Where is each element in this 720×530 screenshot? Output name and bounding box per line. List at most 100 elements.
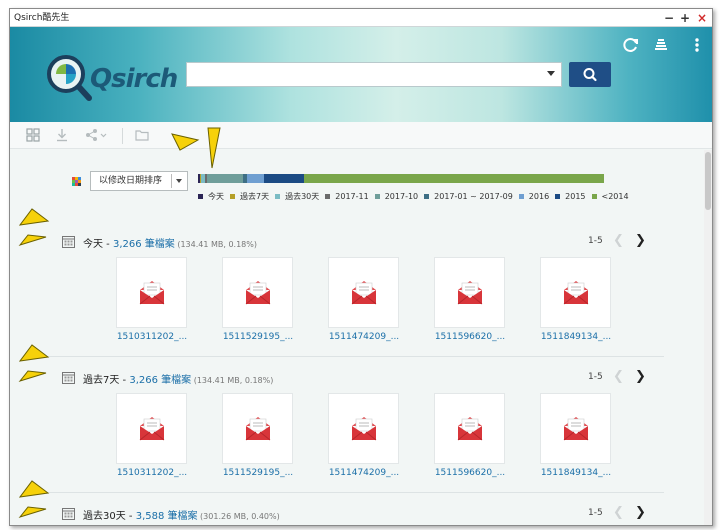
- group-meta: (134.41 MB, 0.18%): [174, 240, 257, 249]
- file-thumbnail[interactable]: [116, 393, 187, 464]
- more-icon[interactable]: [688, 36, 706, 54]
- legend-item: 過去30天: [275, 191, 319, 202]
- group-separator: -: [119, 375, 130, 386]
- legend-swatch: [424, 194, 430, 199]
- scrollbar-thumb[interactable]: [705, 152, 711, 210]
- group-separator: -: [103, 239, 113, 250]
- search-button[interactable]: [569, 62, 611, 87]
- group-name: 過去30天: [83, 511, 126, 522]
- group-separator: -: [125, 511, 136, 522]
- legend-label: 2016: [528, 192, 550, 201]
- minimize-button[interactable]: −: [662, 9, 676, 27]
- group-header: 今天 - 3,266 筆檔案 (134.41 MB, 0.18%) 1-5 ❮ ❯: [62, 233, 662, 251]
- prev-page-button[interactable]: ❮: [613, 233, 624, 248]
- file-thumbnail[interactable]: [434, 257, 505, 328]
- legend-item: 2015: [555, 192, 586, 201]
- file-name-link[interactable]: 1511596620_...: [422, 468, 518, 478]
- timeline-legend: 今天 過去7天 過去30天 2017-11 2017-10 2017-01 ~ 2017-…: [198, 191, 635, 205]
- group-title: 過去30天 - 3,588 筆檔案 (301.26 MB, 0.40%): [83, 507, 280, 522]
- timeline-segment[interactable]: [263, 174, 305, 183]
- folder-icon[interactable]: [135, 128, 149, 142]
- search-icon: [583, 68, 597, 82]
- legend-label: 2017-01 ~ 2017-09: [434, 192, 513, 201]
- legend-label: 2015: [565, 192, 586, 201]
- stack-icon[interactable]: [652, 36, 670, 54]
- legend-swatch: [518, 194, 524, 199]
- group-header: 過去30天 - 3,588 筆檔案 (301.26 MB, 0.40%) 1-5 ❮…: [62, 505, 662, 523]
- group-meta: (301.26 MB, 0.40%): [197, 512, 280, 521]
- file-name-link[interactable]: 1511529195_...: [210, 468, 306, 478]
- annotation-arrow: [18, 208, 50, 246]
- annotation-arrow: [171, 127, 221, 169]
- group-name: 今天: [83, 239, 103, 250]
- group-title: 今天 - 3,266 筆檔案 (134.41 MB, 0.18%): [83, 235, 257, 250]
- legend-item: 2017-11: [325, 192, 369, 201]
- group-divider: [30, 356, 664, 357]
- color-grid-icon: [72, 177, 81, 186]
- legend-item: 過去7天: [230, 191, 269, 202]
- group-divider: [30, 492, 664, 493]
- page-indicator: 1-5: [588, 508, 603, 518]
- legend-swatch: [275, 194, 281, 199]
- close-button[interactable]: ×: [695, 9, 709, 27]
- mail-icon: [563, 281, 589, 305]
- timeline-bar[interactable]: [198, 174, 604, 183]
- group-count-link[interactable]: 3,266 筆檔案: [129, 375, 191, 386]
- file-thumbnail[interactable]: [222, 257, 293, 328]
- timeline-segment[interactable]: [304, 174, 604, 183]
- file-thumbnail[interactable]: [328, 393, 399, 464]
- group-name: 過去7天: [83, 375, 120, 386]
- file-thumbnail[interactable]: [540, 257, 611, 328]
- annotation-arrow: [18, 480, 50, 518]
- search-input[interactable]: [186, 62, 562, 87]
- file-name-link[interactable]: 1510311202_...: [104, 468, 200, 478]
- next-page-button[interactable]: ❯: [635, 233, 646, 248]
- search-dropdown-icon[interactable]: [547, 71, 555, 76]
- mail-icon: [563, 417, 589, 441]
- legend-label: 過去7天: [240, 192, 270, 201]
- maximize-button[interactable]: +: [678, 9, 692, 27]
- file-thumbnail[interactable]: [222, 393, 293, 464]
- legend-label: 今天: [208, 192, 224, 201]
- page-indicator: 1-5: [588, 236, 603, 246]
- vertical-scrollbar[interactable]: [704, 150, 712, 525]
- legend-item: 2017-10: [374, 192, 419, 201]
- results-area: 以修改日期排序 今天 過去7天 過去30天 2017-11 2017-10 2017-01…: [10, 127, 712, 525]
- next-page-button[interactable]: ❯: [635, 369, 646, 384]
- file-name-link[interactable]: 1511474209_...: [316, 332, 412, 342]
- file-name-link[interactable]: 1510311202_...: [104, 332, 200, 342]
- logo-text: Qsirch: [90, 64, 178, 94]
- file-name-link[interactable]: 1511529195_...: [210, 332, 306, 342]
- file-name-link[interactable]: 1511849134_...: [528, 332, 624, 342]
- toolbar-divider: [122, 128, 123, 144]
- mail-icon: [457, 417, 483, 441]
- mail-icon: [351, 281, 377, 305]
- download-icon[interactable]: [55, 128, 69, 142]
- file-thumbnail[interactable]: [116, 257, 187, 328]
- legend-swatch: [198, 194, 203, 199]
- prev-page-button[interactable]: ❮: [613, 369, 624, 384]
- legend-label: 過去30天: [285, 192, 320, 201]
- app-header: Qsirch: [10, 27, 712, 122]
- timeline-segment[interactable]: [247, 174, 264, 183]
- file-name-link[interactable]: 1511849134_...: [528, 468, 624, 478]
- file-thumbnail[interactable]: [328, 257, 399, 328]
- file-name-link[interactable]: 1511596620_...: [422, 332, 518, 342]
- legend-swatch: [374, 194, 380, 199]
- file-thumbnail[interactable]: [540, 393, 611, 464]
- share-icon[interactable]: [85, 128, 109, 142]
- legend-item: <2014: [591, 192, 629, 201]
- next-page-button[interactable]: ❯: [635, 505, 646, 520]
- title-bar: Qsirch酷先生 − + ×: [10, 9, 712, 27]
- file-name-link[interactable]: 1511474209_...: [316, 468, 412, 478]
- group-count-link[interactable]: 3,588 筆檔案: [136, 511, 198, 522]
- group-count-link[interactable]: 3,266 筆檔案: [113, 239, 175, 250]
- grid-view-icon[interactable]: [26, 128, 40, 142]
- legend-label: 2017-10: [384, 192, 419, 201]
- prev-page-button[interactable]: ❮: [613, 505, 624, 520]
- refresh-icon[interactable]: [622, 36, 640, 54]
- group-title: 過去7天 - 3,266 筆檔案 (134.41 MB, 0.18%): [83, 371, 273, 386]
- mail-icon: [245, 281, 271, 305]
- file-thumbnail[interactable]: [434, 393, 505, 464]
- page-indicator: 1-5: [588, 372, 603, 382]
